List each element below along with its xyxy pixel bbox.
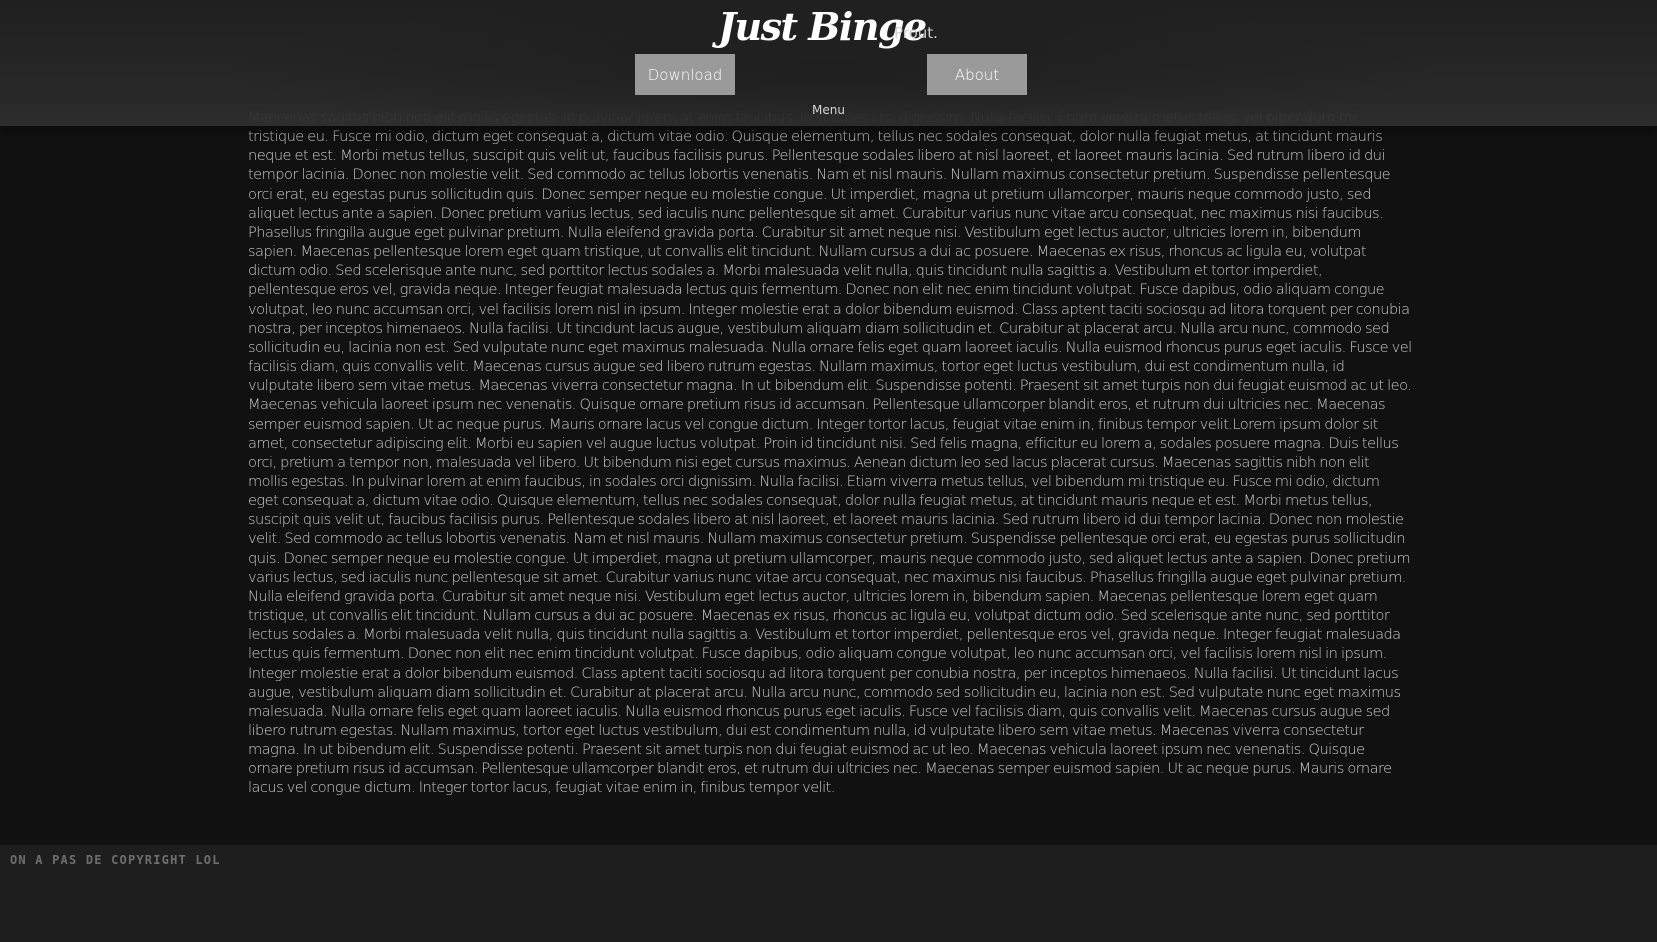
site-tagline: Prout. <box>894 24 938 42</box>
main-content: Maecenas sagittis nibh non elit mollis e… <box>248 108 1412 830</box>
site-header: Just Binge Prout. Download About Menu <box>0 0 1657 126</box>
site-footer: On a pas de copyright lol <box>0 845 1657 942</box>
menu-toggle[interactable]: Menu <box>0 103 1657 117</box>
copyright-text: On a pas de copyright lol <box>10 853 221 867</box>
body-paragraph: Maecenas sagittis nibh non elit mollis e… <box>248 109 1412 797</box>
page: Maecenas sagittis nibh non elit mollis e… <box>0 0 1657 942</box>
about-button[interactable]: About <box>927 54 1027 95</box>
download-button[interactable]: Download <box>635 54 735 95</box>
